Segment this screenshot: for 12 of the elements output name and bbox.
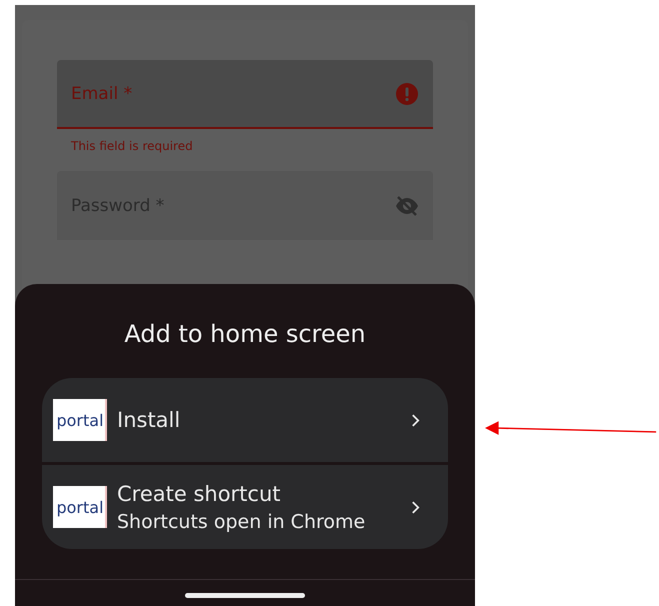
- chevron-right-icon: [411, 412, 420, 428]
- eye-off-icon[interactable]: [395, 194, 419, 218]
- error-icon: [395, 82, 419, 106]
- option-title: Create shortcut: [117, 482, 282, 506]
- option-subtitle: Shortcuts open in Chrome: [117, 510, 366, 532]
- app-logo: portal: [53, 486, 107, 528]
- sheet-title: Add to home screen: [124, 320, 366, 348]
- sheet-option[interactable]: portal Install: [42, 378, 448, 462]
- error-message: This field is required: [70, 138, 194, 155]
- chevron-right-icon: [411, 500, 420, 514]
- option-title: Install: [117, 408, 182, 432]
- app-logo: portal: [53, 399, 107, 441]
